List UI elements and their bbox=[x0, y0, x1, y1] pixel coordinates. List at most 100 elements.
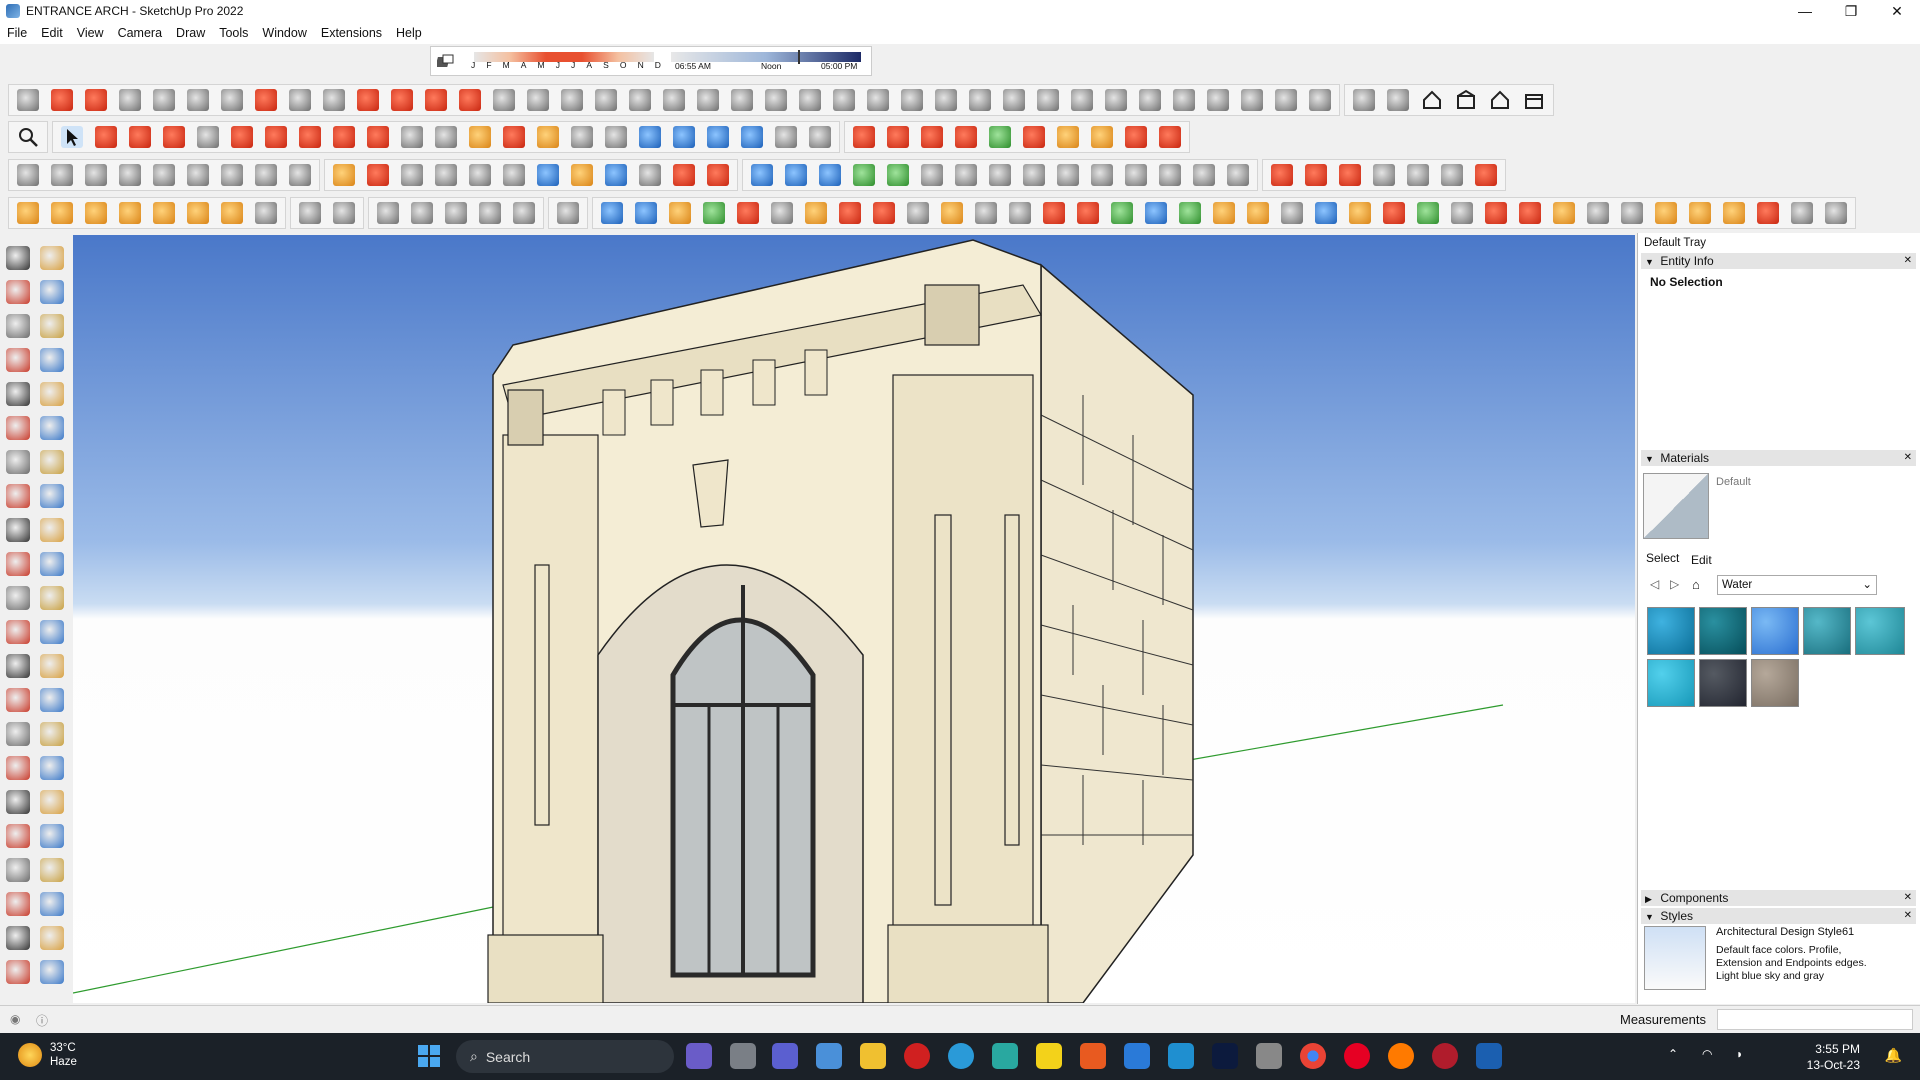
tool-icon[interactable] bbox=[187, 164, 209, 186]
tool-icon[interactable] bbox=[669, 202, 691, 224]
palette-tool-icon[interactable] bbox=[6, 450, 30, 474]
tool-icon[interactable] bbox=[1179, 202, 1201, 224]
tool-icon[interactable] bbox=[493, 89, 515, 111]
pencil-icon[interactable] bbox=[129, 126, 151, 148]
tool-icon[interactable] bbox=[819, 164, 841, 186]
tool-icon[interactable] bbox=[1655, 202, 1677, 224]
palette-tool-icon[interactable] bbox=[6, 246, 30, 270]
tool-icon[interactable] bbox=[673, 164, 695, 186]
tool-icon[interactable] bbox=[1271, 164, 1293, 186]
menu-window[interactable]: Window bbox=[255, 26, 313, 40]
palette-tool-icon[interactable] bbox=[40, 348, 64, 372]
tool-icon[interactable] bbox=[1111, 202, 1133, 224]
palette-tool-icon[interactable] bbox=[40, 722, 64, 746]
tool-icon[interactable] bbox=[1091, 164, 1113, 186]
palette-tool-icon[interactable] bbox=[6, 280, 30, 304]
tool-icon[interactable] bbox=[85, 164, 107, 186]
material-swatch[interactable] bbox=[1751, 607, 1799, 655]
tool-icon[interactable] bbox=[367, 164, 389, 186]
tool-icon[interactable] bbox=[255, 89, 277, 111]
tool-icon[interactable] bbox=[1145, 202, 1167, 224]
tool-icon[interactable] bbox=[1077, 202, 1099, 224]
tool-icon[interactable] bbox=[557, 202, 579, 224]
measurements-input[interactable] bbox=[1717, 1009, 1913, 1030]
minimize-button[interactable]: — bbox=[1782, 0, 1828, 22]
taskbar-clock[interactable]: 3:55 PM 13-Oct-23 bbox=[1807, 1041, 1860, 1073]
palette-tool-icon[interactable] bbox=[40, 620, 64, 644]
house-icon[interactable] bbox=[1455, 89, 1477, 111]
push-pull-icon[interactable] bbox=[231, 126, 253, 148]
tool-icon[interactable] bbox=[187, 202, 209, 224]
tool-icon[interactable] bbox=[411, 202, 433, 224]
tool-icon[interactable] bbox=[1139, 89, 1161, 111]
tool-icon[interactable] bbox=[1689, 202, 1711, 224]
tool-icon[interactable] bbox=[751, 164, 773, 186]
menu-file[interactable]: File bbox=[0, 26, 34, 40]
tool-icon[interactable] bbox=[639, 164, 661, 186]
tool-icon[interactable] bbox=[737, 202, 759, 224]
palette-tool-icon[interactable] bbox=[40, 926, 64, 950]
tool-icon[interactable] bbox=[255, 202, 277, 224]
palette-tool-icon[interactable] bbox=[40, 484, 64, 508]
windows-start-icon[interactable] bbox=[416, 1043, 442, 1069]
follow-me-icon[interactable] bbox=[265, 126, 287, 148]
tool-icon[interactable] bbox=[1475, 164, 1497, 186]
tool-icon[interactable] bbox=[333, 164, 355, 186]
tool-icon[interactable] bbox=[85, 202, 107, 224]
tool-icon[interactable] bbox=[867, 89, 889, 111]
palette-tool-icon[interactable] bbox=[6, 756, 30, 780]
tool-icon[interactable] bbox=[513, 202, 535, 224]
maximize-button[interactable]: ❐ bbox=[1828, 0, 1874, 22]
tool-icon[interactable] bbox=[1227, 164, 1249, 186]
material-swatch[interactable] bbox=[1647, 607, 1695, 655]
tool-icon[interactable] bbox=[1125, 164, 1147, 186]
tool-icon[interactable] bbox=[1825, 202, 1847, 224]
folder-icon[interactable] bbox=[860, 1043, 886, 1069]
tool-icon[interactable] bbox=[1349, 202, 1371, 224]
rectangle-icon[interactable] bbox=[197, 126, 219, 148]
menu-tools[interactable]: Tools bbox=[212, 26, 255, 40]
tool-icon[interactable] bbox=[775, 126, 797, 148]
tool-icon[interactable] bbox=[1309, 89, 1331, 111]
tool-icon[interactable] bbox=[221, 89, 243, 111]
tool-icon[interactable] bbox=[459, 89, 481, 111]
tool-icon[interactable] bbox=[85, 89, 107, 111]
tool-icon[interactable] bbox=[969, 89, 991, 111]
tool-icon[interactable] bbox=[1281, 202, 1303, 224]
palette-tool-icon[interactable] bbox=[40, 824, 64, 848]
notification-bell-icon[interactable]: 🔔 bbox=[1885, 1047, 1902, 1064]
tool-icon[interactable] bbox=[1023, 126, 1045, 148]
chrome-icon[interactable] bbox=[1300, 1043, 1326, 1069]
tool-icon[interactable] bbox=[1315, 202, 1337, 224]
material-swatch[interactable] bbox=[1647, 659, 1695, 707]
tool-icon[interactable] bbox=[51, 202, 73, 224]
palette-tool-icon[interactable] bbox=[6, 518, 30, 542]
tool-icon[interactable] bbox=[333, 202, 355, 224]
palette-tool-icon[interactable] bbox=[6, 314, 30, 338]
tool-icon[interactable] bbox=[1485, 202, 1507, 224]
tool-icon[interactable] bbox=[1407, 164, 1429, 186]
tool-icon[interactable] bbox=[673, 126, 695, 148]
tool-icon[interactable] bbox=[663, 89, 685, 111]
tool-icon[interactable] bbox=[1009, 202, 1031, 224]
tool-icon[interactable] bbox=[1417, 202, 1439, 224]
palette-tool-icon[interactable] bbox=[6, 484, 30, 508]
tool-icon[interactable] bbox=[907, 202, 929, 224]
tool-icon[interactable] bbox=[921, 164, 943, 186]
tool-icon[interactable] bbox=[765, 89, 787, 111]
app-icon[interactable] bbox=[1432, 1043, 1458, 1069]
tool-icon[interactable] bbox=[1553, 202, 1575, 224]
material-swatch[interactable] bbox=[1751, 659, 1799, 707]
close-icon[interactable]: ✕ bbox=[1904, 253, 1912, 269]
app-icon[interactable] bbox=[1256, 1043, 1282, 1069]
palette-tool-icon[interactable] bbox=[6, 722, 30, 746]
tool-icon[interactable] bbox=[887, 164, 909, 186]
tool-icon[interactable] bbox=[187, 89, 209, 111]
tool-icon[interactable] bbox=[639, 126, 661, 148]
material-swatch[interactable] bbox=[1803, 607, 1851, 655]
select-arrow-icon[interactable] bbox=[61, 126, 83, 148]
tool-icon[interactable] bbox=[1159, 126, 1181, 148]
telegram-icon[interactable] bbox=[948, 1043, 974, 1069]
move-icon[interactable] bbox=[299, 126, 321, 148]
tool-icon[interactable] bbox=[1057, 126, 1079, 148]
